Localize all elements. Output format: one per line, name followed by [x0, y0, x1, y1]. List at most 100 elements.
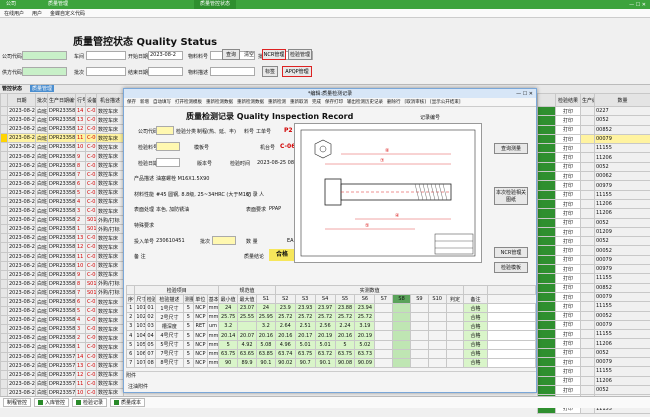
measure-cell[interactable] — [427, 303, 447, 314]
measure-cell[interactable]: 63.72 — [314, 348, 336, 359]
table-row[interactable]: 2023-08-26白班DPR2335804C-02数控车床 — [0, 315, 124, 326]
measure-cell[interactable] — [374, 348, 394, 359]
supplier-input[interactable] — [22, 67, 67, 76]
measure-cell[interactable] — [445, 321, 465, 332]
table-row[interactable]: 2023-08-26白班DPR23357914C-06数控车床 — [0, 351, 124, 362]
table-row[interactable]: 打印 00079 — [537, 291, 650, 303]
measure-col-header[interactable]: S3 — [294, 294, 316, 305]
menu-user[interactable]: 用户 — [32, 10, 42, 17]
table-row[interactable]: 2023-08-26白班DPR2335818C-05数控车床 — [0, 160, 124, 171]
toolbar-item[interactable]: 输出检测历史记录 — [347, 99, 383, 105]
inspect-date-field[interactable] — [156, 158, 180, 167]
measure-cell[interactable] — [409, 321, 429, 332]
measure-col-header[interactable]: 检验项目 — [144, 294, 157, 305]
label-button[interactable]: 标签 — [262, 66, 278, 77]
company-code-field[interactable] — [156, 126, 174, 135]
measure-col-header[interactable]: 单位 — [193, 294, 208, 305]
print-button[interactable]: 打印 — [555, 254, 581, 266]
measurement-row[interactable]: 7 107 08 8号尺寸 5 NCP mm 90 89.9 90.1 90.02 90.7 90.1 9… — [125, 357, 537, 368]
measure-cell[interactable] — [374, 357, 394, 368]
measure-col-header[interactable]: 备注 — [463, 294, 488, 305]
toolbar-item[interactable]: 重新检测数据 — [237, 99, 264, 105]
measure-cell[interactable] — [392, 321, 411, 332]
measure-cell[interactable]: 63.74 — [274, 348, 296, 359]
measure-cell[interactable]: 63.75 — [334, 348, 356, 359]
table-row[interactable]: 打印 00852 — [537, 124, 650, 135]
print-button[interactable]: 打印 — [555, 161, 581, 173]
measure-cell[interactable]: 5.02 — [354, 339, 376, 350]
print-button[interactable]: 打印 — [555, 124, 581, 135]
col-equipment-no[interactable]: 设备编号 — [85, 93, 97, 107]
measure-cell[interactable]: 4.96 — [274, 339, 296, 350]
col-line-no[interactable]: 行号 — [75, 93, 86, 107]
inspection-template-button[interactable]: 检验模板 — [494, 262, 528, 273]
nav-quality-management[interactable]: 质量管理 — [30, 85, 55, 92]
measure-col-header[interactable]: S10 — [427, 294, 447, 305]
print-button[interactable]: 打印 — [555, 245, 581, 256]
print-button[interactable]: 打印 — [555, 105, 581, 117]
table-row[interactable]: 2023-08-26白班DPR23358011C-02数控车床 — [0, 251, 124, 262]
ncr-management-button[interactable]: NCR管理 — [262, 49, 286, 60]
table-row[interactable]: 2023-08-26白班DPR23357911C-05数控车床 — [0, 378, 124, 389]
measure-cell[interactable] — [445, 303, 465, 314]
measure-cell[interactable] — [374, 321, 394, 332]
table-row[interactable]: 打印 11206 — [537, 198, 650, 210]
table-row[interactable]: 打印 11155 — [537, 366, 650, 377]
menu-online-users[interactable]: 在线用户 — [4, 10, 24, 17]
col-quantity[interactable]: 数量 — [594, 93, 650, 107]
menu-custom-code[interactable]: 金蝶自定义代码 — [50, 10, 85, 17]
measure-cell[interactable]: 20.16 — [274, 330, 296, 341]
measure-col-header[interactable]: 测量方法 — [182, 294, 195, 305]
measure-col-header[interactable]: S8 — [392, 294, 411, 305]
measure-cell[interactable]: 5.01 — [294, 339, 316, 350]
query-measure-button[interactable]: 查询测量 — [494, 143, 528, 154]
measure-col-header[interactable]: S5 — [334, 294, 356, 305]
table-row[interactable]: 2023-08-25白班DPR23358111C-06数控车床 — [0, 133, 124, 144]
measure-col-header[interactable]: S2 — [274, 294, 296, 305]
print-button[interactable]: 打印 — [555, 115, 581, 126]
measure-cell[interactable]: 23.88 — [334, 303, 356, 314]
print-button[interactable]: 打印 — [555, 152, 581, 163]
measure-cell[interactable] — [409, 303, 429, 314]
measure-cell[interactable] — [427, 321, 447, 332]
print-button[interactable]: 打印 — [555, 347, 581, 359]
col-machine-desc[interactable]: 机台描述 — [96, 93, 124, 107]
measure-cell[interactable]: 90.09 — [354, 357, 376, 368]
measure-col-header[interactable]: 序号 — [125, 294, 136, 305]
measure-cell[interactable]: 5 — [334, 339, 356, 350]
table-row[interactable]: 2023-08-26 白班 DPR233581 2 S01 外购/打标 — [0, 215, 124, 226]
table-row[interactable]: 打印 00079 — [537, 254, 650, 266]
toolbar-item[interactable]: 自动填写 — [153, 99, 171, 105]
measure-cell[interactable] — [392, 330, 411, 341]
measure-cell[interactable]: 2.64 — [274, 321, 296, 332]
inspect-material-field[interactable] — [156, 142, 180, 151]
bottom-tab-inspection[interactable]: 检验记录 — [72, 398, 108, 407]
measure-cell[interactable] — [427, 330, 447, 341]
measure-col-header[interactable]: S6 — [354, 294, 376, 305]
measure-cell[interactable] — [427, 348, 447, 359]
measure-col-header[interactable]: 最大值 — [237, 294, 257, 305]
table-row[interactable]: 2023-08-26白班DPR2335801C-06数控车床 — [0, 342, 124, 353]
measure-cell[interactable] — [427, 339, 447, 350]
lot-input[interactable] — [86, 67, 126, 76]
measure-cell[interactable] — [409, 357, 429, 368]
measure-cell[interactable]: 90.02 — [274, 357, 296, 368]
print-button[interactable]: 打印 — [555, 375, 581, 386]
table-row[interactable]: 打印 00979 — [537, 180, 650, 191]
table-row[interactable]: 2023-08-26白班DPR2335809C-06数控车床 — [0, 269, 124, 280]
measure-cell[interactable]: 63.73 — [354, 348, 376, 359]
measure-cell[interactable] — [392, 312, 411, 323]
table-row[interactable]: 打印 11155 — [537, 143, 650, 154]
measurement-row[interactable]: 3 103 03 槽深度 5 RET um 3.2 3.2 2.64 2.51 2.56 2.24 3.1… — [125, 321, 537, 332]
window-controls[interactable]: — ☐ ✕ — [629, 2, 650, 8]
measure-cell[interactable] — [409, 348, 429, 359]
table-row[interactable]: 2023-08-25白班DPR23358112C-06数控车床 — [0, 124, 124, 135]
col-production-number[interactable]: 生产编号 — [580, 93, 595, 107]
print-button[interactable]: 打印 — [555, 291, 581, 303]
bottom-tab-process[interactable]: 制程管控 — [3, 398, 32, 407]
table-row[interactable]: 2023-08-26白班DPR2335803C-02数控车床 — [0, 324, 124, 335]
table-row[interactable]: 打印 0052 — [537, 236, 650, 247]
measure-cell[interactable]: 90.1 — [314, 357, 336, 368]
inspection-management-button[interactable]: 检验管理 — [288, 49, 312, 60]
toolbar-item[interactable]: 保存 — [127, 99, 136, 105]
